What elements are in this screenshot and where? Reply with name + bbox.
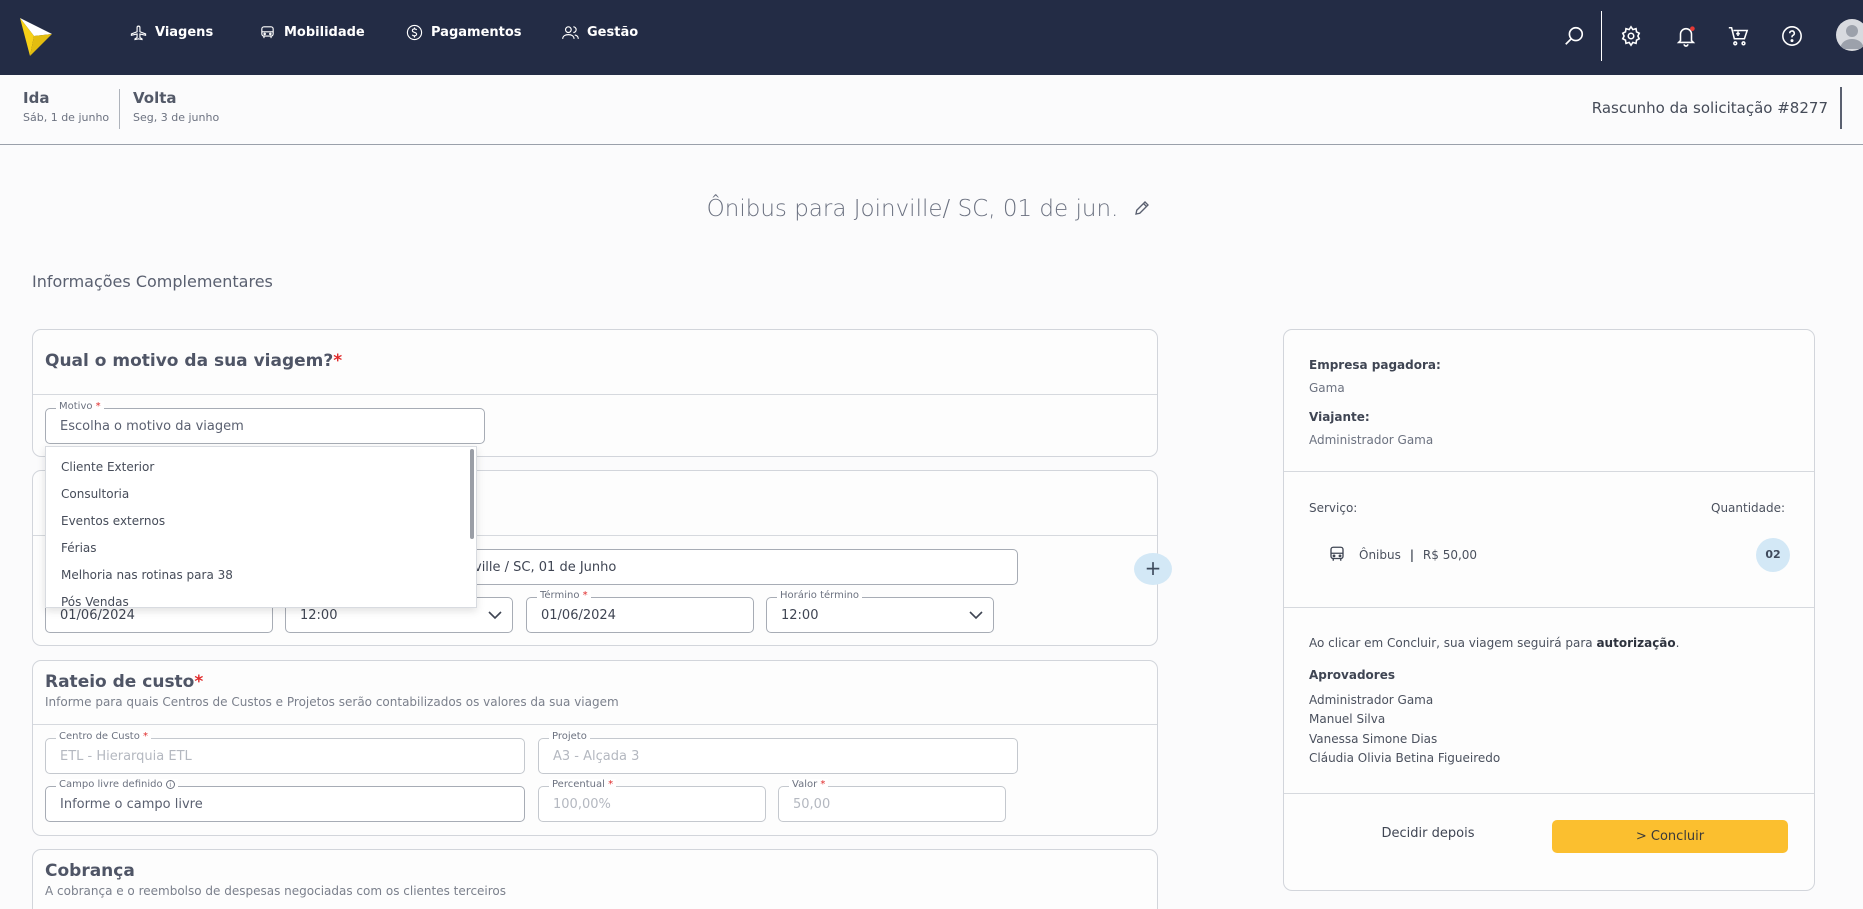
approvers-label: Aprovadores (1309, 668, 1395, 682)
nav-pagamentos[interactable]: Pagamentos (406, 24, 522, 41)
dollar-icon (406, 24, 423, 41)
reason-select[interactable]: Motivo * Escolha o motivo da viagem (45, 401, 485, 444)
cost-title: Rateio de custo* (45, 672, 204, 692)
chevron-down-icon (488, 611, 502, 620)
service-line: Ônibus | R$ 50,00 (1359, 548, 1478, 562)
conclude-button[interactable]: > Concluir (1552, 820, 1788, 853)
approver-item: Vanessa Simone Dias (1309, 732, 1438, 746)
reason-placeholder: Escolha o motivo da viagem (60, 419, 244, 434)
divider (1284, 793, 1814, 794)
billing-card (32, 849, 1158, 909)
nav-label: Viagens (155, 25, 214, 40)
draft-divider (1840, 87, 1842, 129)
airplane-icon (130, 25, 147, 41)
free-field-input[interactable]: Campo livre definido i Informe o campo l… (45, 779, 525, 822)
payer-label: Empresa pagadora: (1309, 358, 1441, 372)
end-date-field[interactable]: Término * 01/06/2024 (526, 590, 754, 633)
divider (1284, 607, 1814, 608)
help-icon[interactable] (1781, 25, 1803, 47)
dropdown-scrollbar[interactable] (470, 449, 474, 539)
approver-item: Cláudia Olivia Betina Figueiredo (1309, 751, 1501, 765)
avatar-icon[interactable] (1836, 19, 1863, 51)
edit-pencil-icon[interactable] (1133, 199, 1151, 217)
section-title: Informações Complementares (32, 272, 273, 291)
reason-title: Qual o motivo da sua viagem?* (45, 351, 343, 371)
draft-request-label: Rascunho da solicitação #8277 (1591, 99, 1828, 117)
chevron-down-icon (969, 611, 983, 620)
service-label: Serviço: (1309, 501, 1358, 515)
bell-icon[interactable] (1675, 25, 1697, 47)
quantity-badge: 02 (1756, 538, 1790, 572)
logo[interactable] (20, 18, 52, 56)
trip-description-value: ville / SC, 01 de Junho (474, 560, 617, 575)
amount-field[interactable]: Valor * 50,00 (778, 779, 1006, 822)
traveler-label: Viajante: (1309, 410, 1370, 424)
approver-item: Manuel Silva (1309, 712, 1386, 726)
percent-field[interactable]: Percentual * 100,00% (538, 779, 766, 822)
cart-icon[interactable] (1727, 25, 1749, 47)
divider (1284, 471, 1814, 472)
return-date: Seg, 3 de junho (133, 111, 220, 124)
reason-option[interactable]: Eventos externos (61, 514, 165, 528)
trip-summary-bar (0, 75, 1863, 145)
return-label: Volta (133, 89, 177, 107)
quantity-label: Quantidade: (1711, 501, 1786, 515)
divider (33, 394, 1157, 395)
gear-icon[interactable] (1620, 25, 1642, 47)
users-icon (562, 26, 579, 39)
info-icon: i (165, 780, 175, 789)
nav-label: Mobilidade (284, 25, 365, 40)
reason-option[interactable]: Consultoria (61, 487, 129, 501)
outbound-label: Ida (23, 89, 50, 107)
nav-viagens[interactable]: Viagens (130, 24, 213, 41)
reason-option[interactable]: Pós Vendas (61, 595, 129, 607)
reason-option[interactable]: Melhoria nas rotinas para 38 (61, 568, 233, 582)
outbound-date: Sáb, 1 de junho (23, 111, 110, 124)
nav-mobilidade[interactable]: Mobilidade (259, 24, 365, 41)
divider (33, 724, 1157, 725)
end-time-select[interactable]: Horário término 12:00 (766, 590, 994, 633)
traveler-value: Administrador Gama (1309, 433, 1434, 447)
reason-dropdown-menu[interactable]: Cliente Exterior Consultoria Eventos ext… (45, 446, 477, 608)
leg-divider (119, 89, 120, 129)
car-icon (261, 26, 274, 39)
cost-center-field[interactable]: Centro de Custo * ETL - Hierarquia ETL (45, 731, 525, 774)
nav-label: Gestão (587, 25, 639, 40)
payer-value: Gama (1309, 381, 1345, 395)
toolbar-divider (1601, 11, 1602, 61)
reason-option[interactable]: Cliente Exterior (61, 460, 154, 474)
top-navbar: Viagens Mobilidade Pagamentos Gestão (0, 0, 1863, 75)
nav-label: Pagamentos (431, 25, 522, 40)
add-segment-button[interactable]: + (1134, 553, 1172, 585)
billing-subtitle: A cobrança e o reembolso de despesas neg… (45, 884, 507, 898)
project-field[interactable]: Projeto A3 - Alçada 3 (538, 731, 1018, 774)
cost-subtitle: Informe para quais Centros de Custos e P… (45, 695, 619, 709)
billing-title: Cobrança (45, 861, 135, 881)
page-title: Ônibus para Joinville/ SC, 01 de jun. (706, 196, 1119, 222)
reason-option[interactable]: Férias (61, 541, 97, 555)
bus-icon (1330, 546, 1344, 561)
authorization-notice: Ao clicar em Concluir, sua viagem seguir… (1309, 636, 1680, 650)
nav-gestao[interactable]: Gestão (562, 24, 638, 41)
decide-later-button[interactable]: Decidir depois (1342, 826, 1514, 848)
approver-item: Administrador Gama (1309, 693, 1434, 707)
search-icon[interactable] (1563, 25, 1585, 47)
